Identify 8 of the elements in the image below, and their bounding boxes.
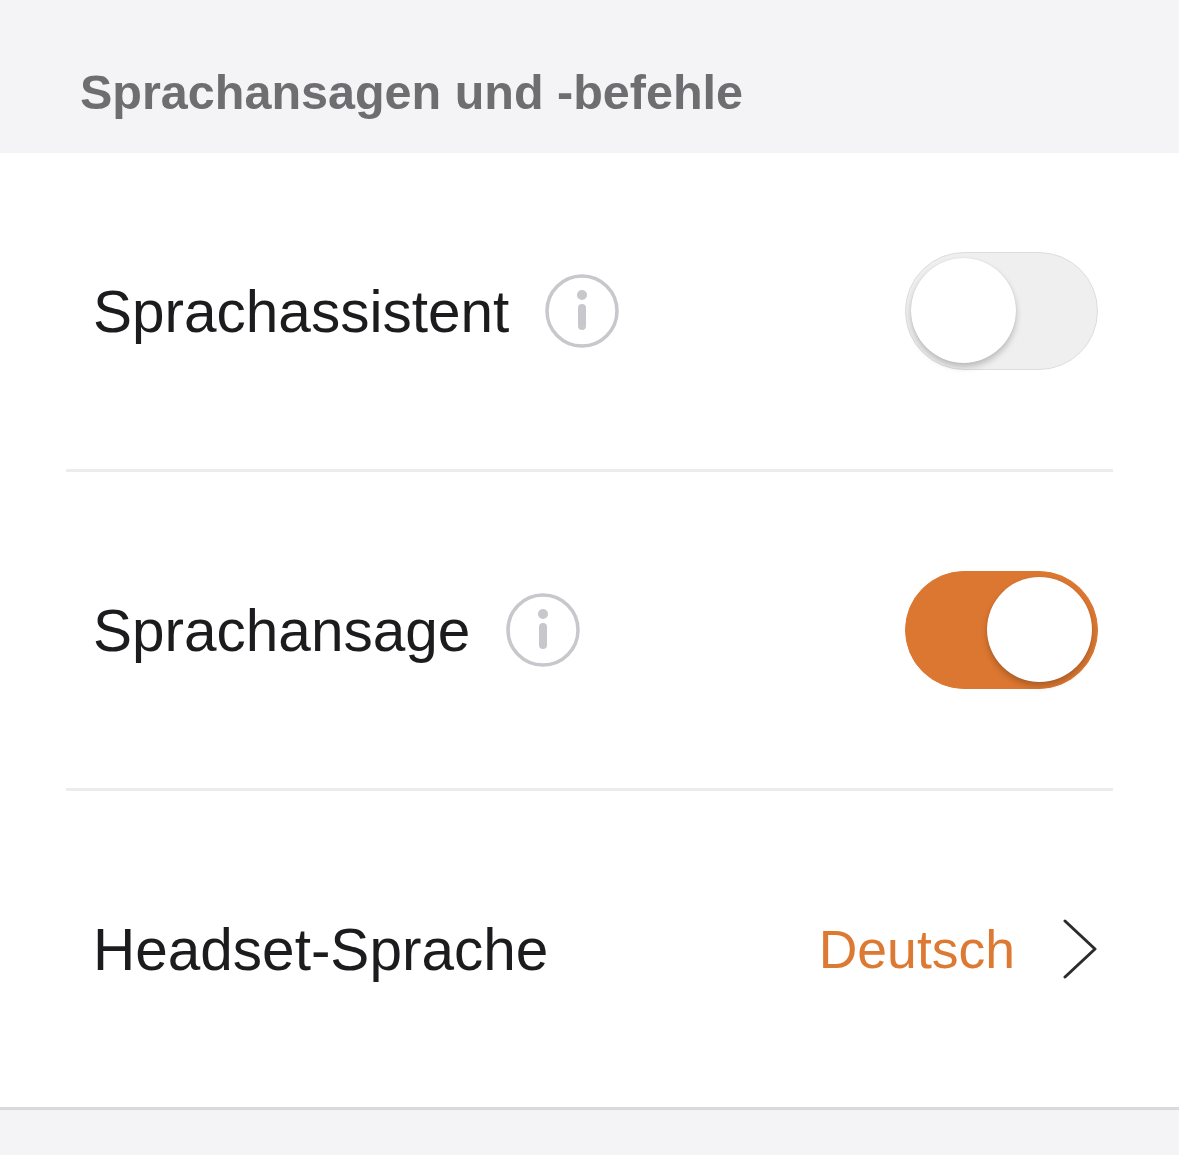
info-icon[interactable]	[545, 274, 620, 348]
chevron-icon[interactable]	[1062, 919, 1098, 979]
setting-label: Sprachansage	[93, 596, 471, 664]
setting-label: Headset-Sprache	[93, 915, 549, 983]
section-title: Sprachansagen und -befehle	[80, 64, 743, 120]
info-icon[interactable]	[506, 593, 581, 667]
setting-label: Sprachassistent	[93, 277, 510, 345]
setting-value[interactable]: Deutsch	[818, 918, 1015, 980]
